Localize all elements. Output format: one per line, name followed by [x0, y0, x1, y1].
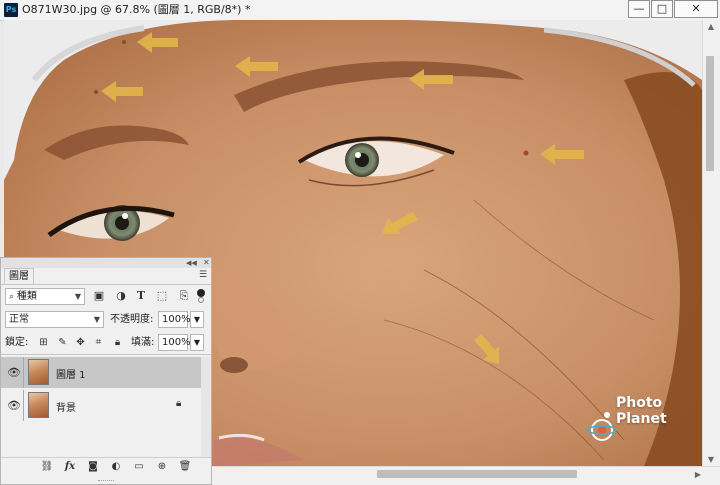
fill-input[interactable]: 100%	[158, 334, 191, 351]
group-icon[interactable]: ▭	[132, 460, 146, 474]
fill-label: 填滿:	[131, 337, 155, 348]
panel-header-strip	[1, 258, 211, 268]
filter-kind-dropdown[interactable]: ⌕ 種類 ▼	[5, 288, 85, 305]
chevron-down-icon: ▼	[93, 315, 100, 324]
filter-kind-value: 種類	[16, 291, 37, 302]
link-icon[interactable]: ⛓︎	[40, 460, 54, 474]
lock-artboard-icon[interactable]: ⌗	[92, 336, 105, 349]
layer-name[interactable]: 背景	[56, 399, 76, 414]
watermark-photo: Photo	[616, 395, 663, 411]
lock-image-pixels-icon[interactable]: ✎	[56, 336, 69, 349]
watermark-planet: Planet	[616, 411, 667, 427]
filter-toggle[interactable]	[197, 289, 205, 303]
lock-position-icon[interactable]: ✥	[74, 336, 87, 349]
layer-thumbnail	[28, 392, 49, 418]
close-button[interactable]: ✕	[674, 0, 718, 18]
layers-divider	[1, 354, 211, 355]
fill-dropdown-icon[interactable]: ▼	[190, 334, 204, 351]
maximize-button[interactable]: □	[651, 0, 673, 18]
tab-layers[interactable]: 圖層	[4, 268, 34, 285]
row-separator	[23, 390, 24, 421]
trash-icon[interactable]: 🗑︎	[178, 460, 192, 474]
smart-object-filter-icon[interactable]: ⎘	[177, 289, 191, 303]
scroll-right-icon[interactable]: ▶	[693, 470, 703, 479]
layers-scrollbar[interactable]	[201, 357, 211, 457]
vertical-scroll-thumb[interactable]	[706, 56, 714, 171]
panel-menu-icon[interactable]: ☰	[199, 270, 209, 280]
shape-filter-icon[interactable]: ⬚	[155, 289, 169, 303]
lock-transparent-pixels-icon[interactable]: ⊞	[37, 336, 50, 349]
tab-divider	[1, 284, 211, 285]
visibility-eye-icon[interactable]: 👁︎	[7, 367, 21, 379]
adjustment-filter-icon[interactable]: ◑	[114, 289, 128, 303]
opacity-dropdown-icon[interactable]: ▼	[190, 311, 204, 328]
collapse-panel-icon[interactable]: ◀◀	[186, 259, 197, 267]
scroll-down-icon[interactable]: ▼	[702, 455, 720, 464]
new-layer-icon[interactable]: ⊕	[155, 460, 169, 474]
visibility-eye-icon[interactable]: 👁︎	[7, 400, 21, 412]
lock-label: 鎖定:	[5, 337, 29, 348]
search-icon: ⌕	[9, 292, 17, 302]
opacity-label: 不透明度:	[110, 314, 154, 325]
lock-all-icon[interactable]: 🔒︎	[111, 336, 124, 349]
image-filter-icon[interactable]: ▣	[92, 289, 106, 303]
layer-thumbnail	[28, 359, 49, 385]
horizontal-scroll-thumb[interactable]	[377, 470, 577, 478]
blend-mode-value: 正常	[9, 314, 29, 325]
document-title: O871W30.jpg @ 67.8% (圖層 1, RGB/8*) *	[22, 3, 251, 16]
lock-icon: 🔒︎	[176, 398, 182, 409]
opacity-input[interactable]: 100%	[158, 311, 191, 328]
mask-icon[interactable]: ◙	[86, 460, 100, 474]
close-panel-icon[interactable]: ✕	[203, 258, 210, 267]
scroll-up-icon[interactable]: ▲	[702, 22, 720, 31]
panel-resize-grip[interactable]	[98, 480, 114, 485]
layer-name[interactable]: 圖層 1	[56, 366, 86, 381]
row-separator	[23, 357, 24, 388]
minimize-button[interactable]: —	[628, 0, 650, 18]
chevron-down-icon: ▼	[74, 292, 81, 301]
blend-mode-dropdown[interactable]: 正常 ▼	[5, 311, 104, 328]
type-filter-icon[interactable]: T	[134, 289, 148, 303]
adjustment-layer-icon[interactable]: ◐	[109, 460, 123, 474]
fx-icon[interactable]: fx	[63, 460, 77, 474]
photoshop-app-icon: Ps	[4, 3, 18, 17]
